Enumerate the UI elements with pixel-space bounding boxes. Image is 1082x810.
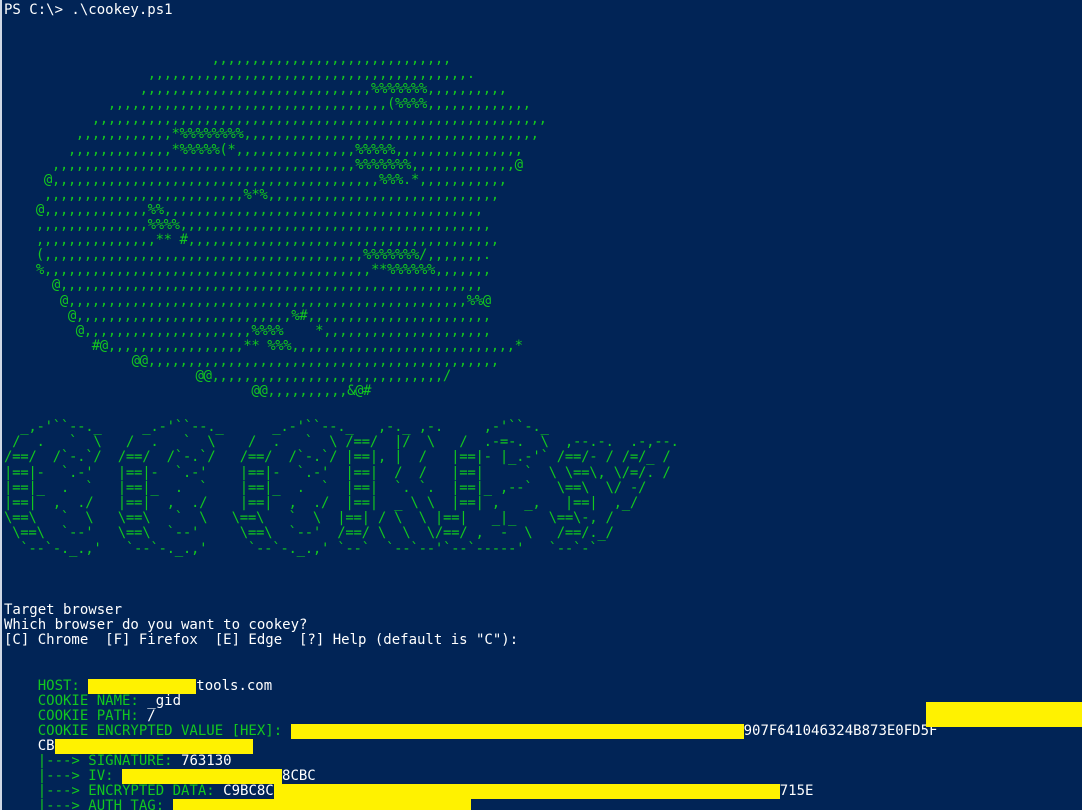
prompt-heading: Target browser (4, 602, 123, 618)
powershell-console[interactable]: PS C:\> .\cookey.ps1 ,,,,,,,,,,,,,,,,,,,… (0, 0, 1082, 810)
encrypted-value-wrap-line: CB (4, 724, 253, 754)
auth-tag-line: |---> AUTH TAG: (4, 784, 471, 810)
cookey-title-ascii-art: _,-'``--._ _.-'``--._ _.-'``--._ ,-._ ,-… (4, 419, 679, 557)
cookie-name-line: COOKIE NAME: _gid (4, 679, 181, 709)
browser-options: [C] Chrome [F] Firefox [E] Edge [?] Help… (4, 632, 519, 648)
host-value: tools.com (196, 678, 273, 694)
command-prompt-line: PS C:\> .\cookey.ps1 (4, 2, 173, 18)
prompt-question: Which browser do you want to cookey? (4, 617, 308, 633)
redaction-box (172, 799, 471, 810)
cookie-path-line: COOKIE PATH: / (4, 694, 156, 724)
auth-tag-label: |---> AUTH TAG: (37, 798, 173, 810)
iv-line: |---> IV: 8CBC (4, 754, 316, 784)
host-line: HOST: tools.com (4, 664, 272, 694)
redaction-box (290, 724, 744, 739)
redaction-box (926, 702, 1082, 727)
signature-line: |---> SIGNATURE: 763130 (4, 739, 232, 769)
encrypted-data-suffix: 715E (779, 783, 814, 799)
encrypted-value-visible: 907F641046324B873E0FD5F (743, 723, 938, 739)
encrypted-data-line: |---> ENCRYPTED DATA: C9BC8C 715E (4, 769, 813, 799)
encrypted-value-line: COOKIE ENCRYPTED VALUE [HEX]: 907F641046… (4, 709, 937, 739)
cookie-ascii-art: ,,,,,,,,,,,,,,,,,,,,,,,,,,,,,, ,,,,,,,,,… (35, 51, 547, 400)
